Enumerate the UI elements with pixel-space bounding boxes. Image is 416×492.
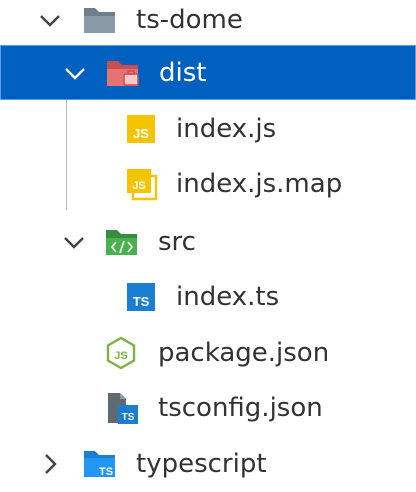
tree-item-label: index.js bbox=[176, 113, 277, 144]
svg-text:JS: JS bbox=[132, 180, 145, 192]
tree-item-index-js-map[interactable]: JS index.js.map bbox=[0, 156, 416, 211]
tree-item-label: package.json bbox=[158, 337, 330, 368]
svg-text:TS: TS bbox=[122, 412, 135, 423]
svg-text:JS: JS bbox=[133, 126, 149, 141]
chevron-down-icon[interactable] bbox=[63, 61, 87, 85]
typescript-file-icon: TS bbox=[127, 282, 155, 311]
folder-dist-open-icon bbox=[107, 60, 139, 86]
tree-item-label: tsconfig.json bbox=[158, 392, 323, 423]
svg-text:JS: JS bbox=[114, 350, 127, 362]
svg-text:TS: TS bbox=[99, 466, 113, 478]
tree-item-index-js[interactable]: JS index.js bbox=[0, 101, 416, 156]
tree-item-dist[interactable]: dist bbox=[0, 45, 416, 100]
tsconfig-file-icon: TS bbox=[108, 392, 138, 424]
tree-item-package-json[interactable]: JS package.json bbox=[0, 325, 416, 380]
tree-item-label: ts-dome bbox=[136, 4, 243, 35]
svg-text:TS: TS bbox=[133, 294, 150, 309]
file-explorer-tree: ts-dome dist JS index.js JS index.js.map bbox=[0, 0, 416, 492]
chevron-down-icon[interactable] bbox=[62, 230, 86, 254]
tree-item-label: typescript bbox=[136, 448, 267, 479]
chevron-down-icon[interactable] bbox=[38, 8, 62, 32]
tree-item-tsconfig-json[interactable]: TS tsconfig.json bbox=[0, 380, 416, 435]
tree-item-typescript[interactable]: TS typescript bbox=[0, 436, 416, 491]
tree-item-label: index.js.map bbox=[176, 168, 343, 199]
chevron-right-icon[interactable] bbox=[38, 452, 62, 476]
tree-item-label: index.ts bbox=[176, 281, 280, 312]
tree-item-src[interactable]: src bbox=[0, 214, 416, 269]
javascript-file-icon: JS bbox=[127, 114, 155, 143]
folder-src-open-icon bbox=[106, 229, 137, 255]
tree-item-index-ts[interactable]: TS index.ts bbox=[0, 269, 416, 324]
javascript-map-file-icon: JS bbox=[127, 168, 158, 200]
folder-open-icon bbox=[84, 7, 115, 33]
nodejs-file-icon: JS bbox=[106, 336, 136, 369]
tree-item-ts-dome[interactable]: ts-dome bbox=[0, 0, 416, 47]
tree-item-label: src bbox=[158, 226, 196, 257]
folder-typescript-icon: TS bbox=[84, 450, 115, 478]
tree-item-label: dist bbox=[159, 57, 207, 88]
